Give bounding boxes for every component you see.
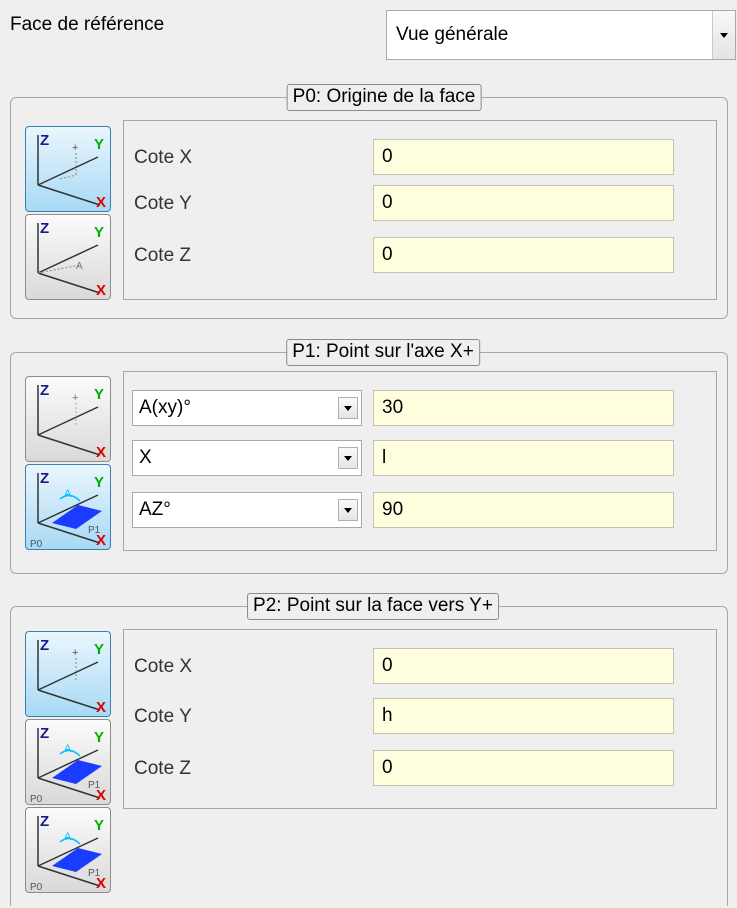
p0-label-z: Cote Z	[134, 245, 192, 266]
plane-angle-icon: A Z Y X P1 P0	[30, 725, 106, 805]
p2-label-y: Cote Y	[134, 706, 192, 727]
p1-mode-select-1[interactable]: A(xy)°	[132, 390, 362, 426]
svg-text:P0: P0	[30, 794, 43, 805]
axis-coordinates-icon: + Z Y X	[37, 382, 106, 461]
svg-text:A: A	[64, 743, 72, 755]
axis-x-glyph: X	[96, 194, 106, 211]
svg-text:Z: Z	[40, 220, 49, 237]
p1-mode-coordinates-button[interactable]: + Z Y X	[25, 376, 111, 462]
p1-input-3[interactable]: 90	[373, 492, 674, 528]
p1-mode-select-2[interactable]: X	[132, 440, 362, 476]
p0-label-y: Cote Y	[134, 193, 192, 214]
p2-mode-plane-alt-button[interactable]: A Z Y X P1 P0	[25, 807, 111, 893]
svg-text:P1: P1	[88, 525, 101, 536]
p2-input-x[interactable]: 0	[373, 648, 674, 684]
svg-text:A: A	[64, 831, 72, 843]
svg-text:Y: Y	[94, 386, 104, 403]
reference-face-value: Vue générale	[396, 24, 509, 45]
p2-label-x: Cote X	[134, 656, 193, 677]
svg-text:Z: Z	[40, 470, 49, 487]
svg-text:Y: Y	[94, 474, 104, 491]
plane-angle-icon: A Z Y X P1 P0	[30, 813, 106, 893]
svg-text:+: +	[72, 647, 78, 659]
svg-text:P0: P0	[30, 539, 43, 550]
axis-coordinates-icon: + Z Y X	[37, 132, 106, 211]
p1-group-title: P1: Point sur l'axe X+	[286, 339, 480, 366]
p2-group: P2: Point sur la face vers Y+ + Z Y X A …	[10, 593, 728, 906]
svg-text:+: +	[72, 142, 78, 154]
svg-text:Y: Y	[94, 641, 104, 658]
svg-text:Z: Z	[40, 382, 49, 399]
chevron-down-icon[interactable]	[338, 447, 358, 469]
angle-a-glyph: A	[76, 261, 83, 272]
svg-text:+: +	[72, 392, 78, 404]
p1-input-1[interactable]: 30	[373, 390, 674, 426]
p1-mode-select-3[interactable]: AZ°	[132, 492, 362, 528]
svg-text:X: X	[96, 699, 106, 716]
p1-input-2[interactable]: l	[373, 440, 674, 476]
p0-mode-coordinates-button[interactable]: + Z Y X	[25, 126, 111, 212]
svg-text:A: A	[64, 488, 72, 500]
chevron-down-icon[interactable]	[712, 11, 735, 59]
p2-fields-panel: Cote X 0 Cote Y h Cote Z 0	[123, 629, 717, 809]
svg-text:X: X	[96, 282, 106, 299]
svg-text:Y: Y	[94, 817, 104, 834]
plane-angle-icon: A Z Y X P1 P0	[30, 470, 106, 550]
p0-group-title: P0: Origine de la face	[286, 84, 482, 111]
svg-text:Z: Z	[40, 725, 49, 742]
chevron-down-icon[interactable]	[338, 397, 358, 419]
svg-text:X: X	[96, 444, 106, 461]
p2-input-y[interactable]: h	[373, 698, 674, 734]
svg-text:Z: Z	[40, 637, 49, 654]
p1-group: P1: Point sur l'axe X+ + Z Y X A Z Y X P…	[10, 339, 728, 574]
p0-input-z[interactable]: 0	[373, 237, 674, 273]
p2-mode-plane-button[interactable]: A Z Y X P1 P0	[25, 719, 111, 805]
svg-text:P0: P0	[30, 882, 43, 893]
p0-fields-panel: Cote X 0 Cote Y 0 Cote Z 0	[123, 120, 717, 300]
axis-angle-icon: A Z Y X	[37, 220, 106, 299]
p1-fields-panel: A(xy)° 30 X l AZ° 90	[123, 371, 717, 551]
p2-input-z[interactable]: 0	[373, 750, 674, 786]
reference-face-label: Face de référence	[10, 14, 165, 35]
p0-input-y[interactable]: 0	[373, 185, 674, 221]
svg-text:Y: Y	[94, 224, 104, 241]
p2-label-z: Cote Z	[134, 758, 192, 779]
p0-group: P0: Origine de la face + Z Y X A Z Y X C…	[10, 84, 728, 319]
axis-coordinates-icon: + Z Y X	[37, 637, 106, 716]
p0-label-x: Cote X	[134, 147, 193, 168]
svg-text:Y: Y	[94, 729, 104, 746]
axis-z-glyph: Z	[40, 132, 49, 149]
svg-text:P1: P1	[88, 780, 101, 791]
svg-text:Z: Z	[40, 813, 49, 830]
p1-mode-plane-button[interactable]: A Z Y X P1 P0	[25, 464, 111, 550]
axis-y-glyph: Y	[94, 136, 104, 153]
p0-mode-polar-button[interactable]: A Z Y X	[25, 214, 111, 300]
reference-face-dropdown[interactable]: Vue générale	[386, 10, 736, 60]
p2-group-title: P2: Point sur la face vers Y+	[247, 593, 499, 620]
p2-mode-coordinates-button[interactable]: + Z Y X	[25, 631, 111, 717]
chevron-down-icon[interactable]	[338, 499, 358, 521]
p0-input-x[interactable]: 0	[373, 139, 674, 175]
svg-text:P1: P1	[88, 868, 101, 879]
